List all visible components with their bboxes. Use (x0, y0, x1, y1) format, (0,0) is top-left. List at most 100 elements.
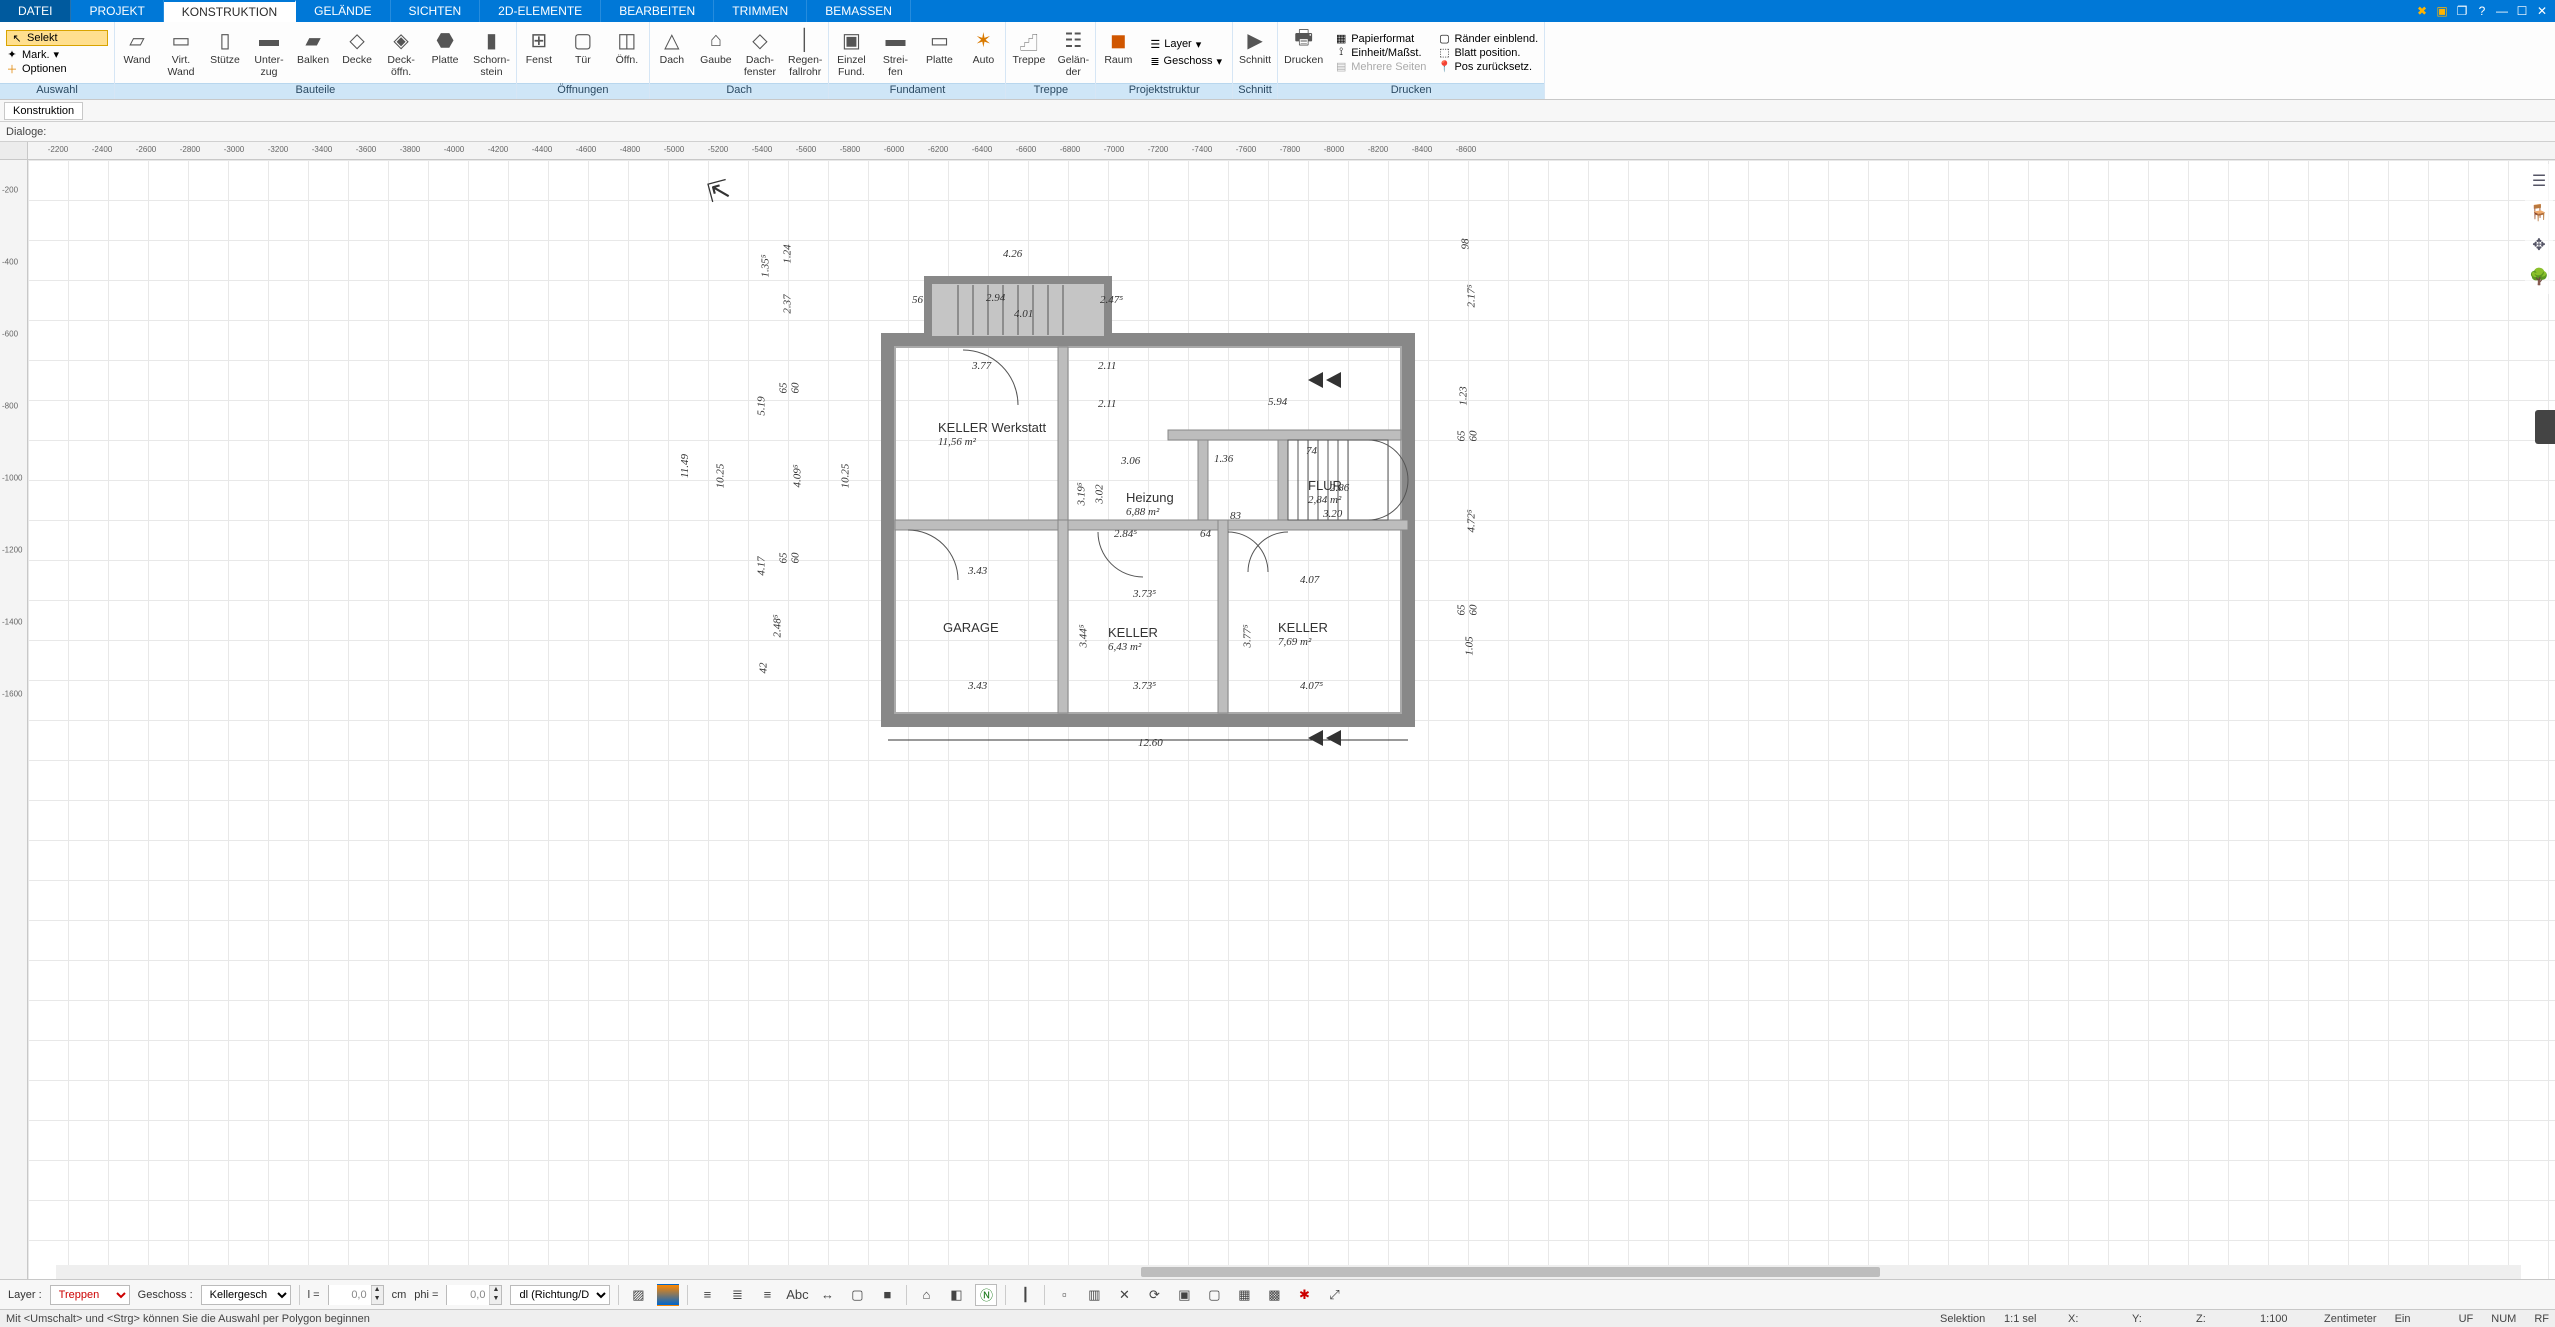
tree-icon[interactable]: 🌳 (2528, 266, 2550, 288)
grid-icon[interactable]: ▩ (1263, 1284, 1285, 1306)
blatt-pos-button[interactable]: ⬚Blatt position. (1438, 47, 1538, 59)
marker-icon[interactable]: ┃ (1014, 1284, 1036, 1306)
dim: 3.43 (968, 565, 987, 577)
papierformat-button[interactable]: ▦Papierformat (1335, 33, 1426, 45)
view-3d-icon[interactable]: ▫ (1053, 1284, 1075, 1306)
maximize-icon[interactable]: ☐ (2513, 2, 2531, 20)
tuer-button[interactable]: ▢Tür (561, 22, 605, 83)
tab-bemassen[interactable]: BEMASSEN (807, 0, 911, 22)
view-wire-icon[interactable]: ▥ (1083, 1284, 1105, 1306)
phi-input[interactable] (447, 1285, 489, 1305)
schornstein-button[interactable]: ▮Schorn- stein (467, 22, 516, 83)
virt-wand-button[interactable]: ▭Virt. Wand (159, 22, 203, 83)
raum-button[interactable]: ◼Raum (1096, 22, 1140, 83)
horizontal-ruler[interactable]: -2200-2400-2600-2800-3000-3200-3400-3600… (28, 142, 2555, 160)
tab-gelaende[interactable]: GELÄNDE (296, 0, 390, 22)
tool-color-icon[interactable] (657, 1284, 679, 1306)
align-center-icon[interactable]: ≣ (726, 1284, 748, 1306)
roof-icon[interactable]: ⌂ (915, 1284, 937, 1306)
raender-button[interactable]: ▢Ränder einblend. (1438, 33, 1538, 45)
tab-datei[interactable]: DATEI (0, 0, 71, 22)
spin-up-icon[interactable]: ▲ (371, 1286, 383, 1295)
balken-button[interactable]: ▰Balken (291, 22, 335, 83)
streifen-button[interactable]: ▬Strei- fen (873, 22, 917, 83)
north-indicator-icon[interactable]: Ⓝ (975, 1284, 997, 1306)
phi-input-wrap[interactable]: ▲▼ (446, 1285, 502, 1305)
tool-icon[interactable]: ✖ (2413, 2, 2431, 20)
einzelfund-button[interactable]: ▣Einzel Fund. (829, 22, 873, 83)
geschoss-select[interactable]: Kellergesch (201, 1285, 291, 1305)
spin-up-icon[interactable]: ▲ (489, 1286, 501, 1295)
vertical-ruler[interactable]: -200-400-600-800-1000-1200-1400-1600 (0, 160, 28, 1279)
wand-button[interactable]: ▱Wand (115, 22, 159, 83)
rect-empty-icon[interactable]: ▢ (846, 1284, 868, 1306)
side-tab[interactable] (2535, 410, 2555, 444)
schornstein-icon: ▮ (477, 26, 505, 54)
fund-auto-button[interactable]: ✶Auto (961, 22, 1005, 83)
view-cross-icon[interactable]: ✕ (1113, 1284, 1135, 1306)
ruler-corner (0, 142, 28, 160)
mehrere-seiten-button[interactable]: ▤Mehrere Seiten (1335, 61, 1426, 73)
tab-2d-elemente[interactable]: 2D-ELEMENTE (480, 0, 601, 22)
oeffn-button[interactable]: ◫Öffn. (605, 22, 649, 83)
unterzug-button[interactable]: ▬Unter- zug (247, 22, 291, 83)
furniture-icon[interactable]: 🪑 (2528, 202, 2550, 224)
dach-button[interactable]: △Dach (650, 22, 694, 83)
overlay-icon[interactable]: ◧ (945, 1284, 967, 1306)
expand-icon[interactable]: ⤢ (1323, 1284, 1345, 1306)
window-icon-1[interactable]: ▣ (2433, 2, 2451, 20)
drawing-canvas[interactable]: ⇱ (28, 160, 2555, 1279)
gaube-button[interactable]: ⌂Gaube (694, 22, 738, 83)
tab-projekt[interactable]: PROJEKT (71, 0, 163, 22)
spin-down-icon[interactable]: ▼ (489, 1295, 501, 1304)
dachfenster-button[interactable]: ◇Dach- fenster (738, 22, 782, 83)
dim-horiz-icon[interactable]: ↔ (816, 1284, 838, 1306)
deckoeffn-button[interactable]: ◈Deck- öffn. (379, 22, 423, 83)
view-box2-icon[interactable]: ▢ (1203, 1284, 1225, 1306)
tool-guide-icon[interactable]: ▨ (627, 1284, 649, 1306)
layer-select[interactable]: Treppen (50, 1285, 130, 1305)
fund-platte-button[interactable]: ▭Platte (917, 22, 961, 83)
tab-trimmen[interactable]: TRIMMEN (714, 0, 807, 22)
tab-konstruktion[interactable]: KONSTRUKTION (164, 0, 296, 22)
align-right-icon[interactable]: ≡ (756, 1284, 778, 1306)
align-left-icon[interactable]: ≡ (696, 1284, 718, 1306)
breadcrumb[interactable]: Konstruktion (4, 102, 83, 120)
tab-bearbeiten[interactable]: BEARBEITEN (601, 0, 714, 22)
mode-select[interactable]: dl (Richtung/Di (510, 1285, 610, 1305)
raum-icon: ◼ (1104, 26, 1132, 54)
l-input-wrap[interactable]: ▲▼ (328, 1285, 384, 1305)
mark-dropdown[interactable]: ✦Mark. ▾ (6, 48, 108, 61)
stuetze-button[interactable]: ▯Stütze (203, 22, 247, 83)
l-input[interactable] (329, 1285, 371, 1305)
warning-icon[interactable]: ✱ (1293, 1284, 1315, 1306)
window-icon-2[interactable]: ❐ (2453, 2, 2471, 20)
view-refresh-icon[interactable]: ⟳ (1143, 1284, 1165, 1306)
einheit-button[interactable]: ⟟Einheit/Maßst. (1335, 47, 1426, 59)
selekt-button[interactable]: ↖Selekt (6, 30, 108, 46)
rect-solid-icon[interactable]: ■ (876, 1284, 898, 1306)
layers-panel-icon[interactable]: ☰ (2528, 170, 2550, 192)
geschoss-dropdown[interactable]: ≣Geschoss ▾ (1146, 54, 1226, 69)
help-icon[interactable]: ? (2473, 2, 2491, 20)
decke-button[interactable]: ◇Decke (335, 22, 379, 83)
platte-button[interactable]: ⬣Platte (423, 22, 467, 83)
close-icon[interactable]: ✕ (2533, 2, 2551, 20)
navigate-icon[interactable]: ✥ (2528, 234, 2550, 256)
drucken-button[interactable]: 🖶Drucken (1278, 22, 1329, 83)
treppe-button[interactable]: 𓊍Treppe (1006, 22, 1051, 83)
view-box3-icon[interactable]: ▦ (1233, 1284, 1255, 1306)
horizontal-scrollbar[interactable] (56, 1265, 2521, 1279)
fenster-button[interactable]: ⊞Fenst (517, 22, 561, 83)
layer-dropdown[interactable]: ☰Layer ▾ (1146, 37, 1226, 52)
schnitt-button[interactable]: ▶Schnitt (1233, 22, 1277, 83)
optionen-button[interactable]: ＋Optionen (6, 63, 108, 75)
tab-sichten[interactable]: SICHTEN (391, 0, 481, 22)
minimize-icon[interactable]: — (2493, 2, 2511, 20)
pos-reset-button[interactable]: 📍Pos zurücksetz. (1438, 61, 1538, 73)
regenfallrohr-button[interactable]: │Regen- fallrohr (782, 22, 828, 83)
view-box1-icon[interactable]: ▣ (1173, 1284, 1195, 1306)
spin-down-icon[interactable]: ▼ (371, 1295, 383, 1304)
text-label-icon[interactable]: Abc (786, 1284, 808, 1306)
gelaender-button[interactable]: ☷Gelän- der (1051, 22, 1095, 83)
